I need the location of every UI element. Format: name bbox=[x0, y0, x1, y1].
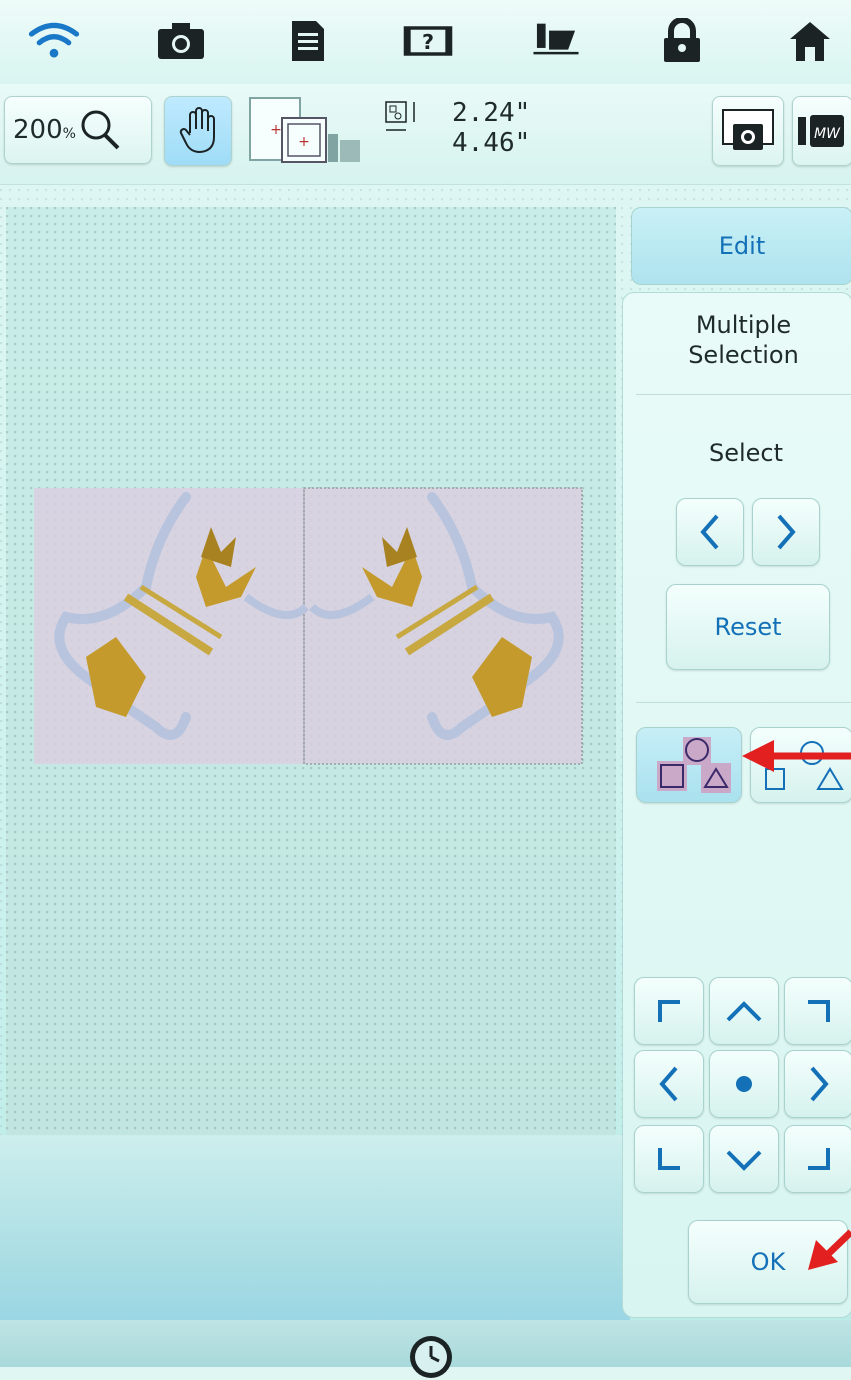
chevron-right-icon bbox=[804, 1064, 834, 1104]
design-height: 4.46" bbox=[452, 128, 530, 158]
embroidery-mode-icon: MW bbox=[798, 111, 848, 151]
svg-text:?: ? bbox=[422, 30, 434, 54]
hoop-frame-button[interactable]: + + bbox=[248, 96, 370, 164]
move-left-button[interactable] bbox=[634, 1050, 704, 1118]
lock-icon[interactable] bbox=[656, 18, 708, 64]
center-dot-icon bbox=[732, 1072, 756, 1096]
tab-edit[interactable]: Edit bbox=[631, 207, 851, 285]
chevron-right-icon bbox=[771, 512, 801, 552]
status-bar: ? bbox=[0, 0, 851, 85]
multiple-selection-title: Multiple Selection bbox=[636, 310, 851, 370]
wifi-icon[interactable] bbox=[28, 18, 80, 64]
corner-down-right-icon bbox=[804, 1144, 834, 1174]
move-down-button[interactable] bbox=[709, 1125, 779, 1193]
corner-down-left-icon bbox=[654, 1144, 684, 1174]
title-line-1: Multiple bbox=[636, 310, 851, 340]
move-right-button[interactable] bbox=[784, 1050, 851, 1118]
chevron-left-icon bbox=[654, 1064, 684, 1104]
move-center-button[interactable] bbox=[709, 1050, 779, 1118]
home-icon[interactable] bbox=[784, 18, 836, 64]
zoom-button[interactable]: 200 % bbox=[4, 96, 152, 164]
design-width: 2.24" bbox=[452, 98, 530, 128]
help-icon[interactable]: ? bbox=[402, 18, 454, 64]
svg-text:MW: MW bbox=[814, 126, 841, 142]
chevron-down-icon bbox=[724, 1144, 764, 1174]
title-line-2: Selection bbox=[636, 340, 851, 370]
sewing-machine-icon[interactable] bbox=[530, 18, 582, 64]
zoom-value: 200 bbox=[13, 115, 63, 145]
size-icon bbox=[382, 98, 422, 146]
move-down-left-button[interactable] bbox=[634, 1125, 704, 1193]
svg-text:+: + bbox=[270, 122, 282, 138]
magnifier-icon bbox=[78, 108, 122, 152]
svg-text:+: + bbox=[298, 134, 310, 150]
bottom-background bbox=[0, 1135, 630, 1320]
reset-button[interactable]: Reset bbox=[666, 584, 830, 670]
design-dimensions: 2.24" 4.46" bbox=[452, 98, 530, 158]
move-up-right-button[interactable] bbox=[784, 977, 851, 1045]
move-down-right-button[interactable] bbox=[784, 1125, 851, 1193]
embroidery-mode-button[interactable]: MW bbox=[792, 96, 851, 166]
hand-icon bbox=[178, 107, 218, 155]
toolbar: 200 % + + 2.24" 4.46" bbox=[0, 84, 851, 185]
corner-up-right-icon bbox=[804, 996, 834, 1026]
embroidery-canvas[interactable] bbox=[6, 207, 616, 1135]
camera-scan-button[interactable] bbox=[712, 96, 784, 166]
hoop-frames-icon: + + bbox=[248, 96, 370, 164]
annotation-arrow-icon bbox=[806, 1228, 851, 1272]
camera-icon[interactable] bbox=[155, 18, 207, 64]
move-up-left-button[interactable] bbox=[634, 977, 704, 1045]
corner-up-left-icon bbox=[654, 996, 684, 1026]
embroidery-design[interactable] bbox=[6, 207, 616, 1135]
chevron-left-icon bbox=[695, 512, 725, 552]
select-label: Select bbox=[636, 438, 851, 468]
annotation-arrow-icon bbox=[740, 738, 851, 774]
pan-hand-button[interactable] bbox=[164, 96, 232, 166]
select-next-button[interactable] bbox=[752, 498, 820, 566]
clock-icon[interactable] bbox=[408, 1334, 454, 1380]
divider bbox=[636, 702, 851, 703]
move-up-button[interactable] bbox=[709, 977, 779, 1045]
select-all-button[interactable] bbox=[636, 727, 742, 803]
select-previous-button[interactable] bbox=[676, 498, 744, 566]
footer-bar bbox=[0, 1320, 851, 1367]
camera-frame-icon bbox=[721, 108, 775, 154]
select-all-shapes-icon bbox=[647, 735, 731, 795]
zoom-unit: % bbox=[63, 126, 76, 142]
chevron-up-icon bbox=[724, 996, 764, 1026]
divider bbox=[636, 394, 851, 395]
document-icon[interactable] bbox=[282, 18, 334, 64]
